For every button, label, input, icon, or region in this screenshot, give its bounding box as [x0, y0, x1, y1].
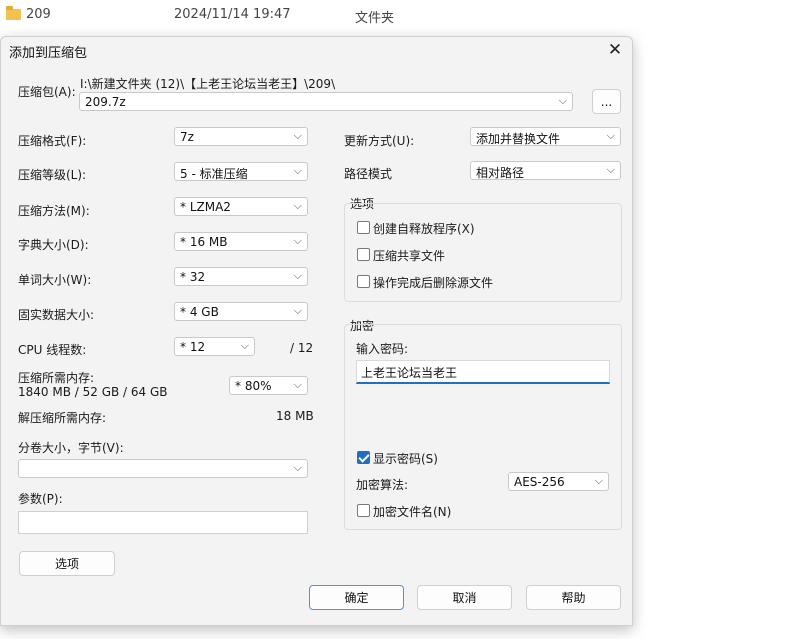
dict-combo[interactable]: * 16 MB ⌵: [174, 232, 308, 251]
encryption-method-combo[interactable]: AES-256 ⌵: [508, 472, 609, 491]
chevron-down-icon: ⌵: [606, 163, 615, 176]
browse-button[interactable]: ...: [592, 89, 621, 114]
chevron-down-icon: ⌵: [293, 164, 302, 177]
threads-combo[interactable]: * 12 ⌵: [174, 337, 255, 356]
encrypt-names-label: 加密文件名(N): [373, 505, 452, 519]
chevron-down-icon: ⌵: [606, 129, 615, 142]
dict-label: 字典大小(D):: [18, 238, 89, 252]
options-group: 创建自释放程序(X) 压缩共享文件 操作完成后删除源文件: [344, 203, 622, 302]
cancel-button[interactable]: 取消: [417, 585, 512, 610]
word-label: 单词大小(W):: [18, 273, 92, 287]
path-mode-value: 相对路径: [476, 166, 525, 180]
dict-value: * 16 MB: [180, 235, 228, 249]
help-button-label: 帮助: [561, 591, 586, 605]
chevron-down-icon: ⌵: [293, 461, 302, 474]
password-value: 上老王论坛当老王: [361, 366, 458, 380]
shared-checkbox[interactable]: [357, 248, 370, 261]
shared-label: 压缩共享文件: [373, 249, 446, 263]
params-input[interactable]: [18, 511, 308, 534]
file-date: 2024/11/14 19:47: [174, 7, 291, 22]
encryption-method-label: 加密算法:: [356, 478, 409, 492]
method-combo[interactable]: * LZMA2 ⌵: [174, 197, 308, 216]
params-label: 参数(P):: [18, 492, 63, 506]
sfx-checkbox[interactable]: [357, 221, 370, 234]
chevron-down-icon: ⌵: [293, 199, 302, 212]
sfx-label: 创建自释放程序(X): [373, 222, 475, 236]
chevron-down-icon: ⌵: [293, 304, 302, 317]
format-label: 压缩格式(F):: [18, 134, 87, 148]
delete-label: 操作完成后删除源文件: [373, 276, 494, 290]
encryption-method-value: AES-256: [514, 475, 565, 489]
close-button[interactable]: ✕: [602, 39, 628, 61]
solid-combo[interactable]: * 4 GB ⌵: [174, 302, 308, 321]
dialog-titlebar: 添加到压缩包 ✕: [1, 37, 632, 63]
split-combo[interactable]: ⌵: [18, 459, 308, 478]
solid-label: 固实数据大小:: [18, 308, 95, 322]
folder-icon: [6, 6, 21, 20]
level-combo[interactable]: 5 - 标准压缩 ⌵: [174, 162, 308, 181]
password-label: 输入密码:: [356, 342, 409, 356]
file-type: 文件夹: [355, 11, 395, 26]
method-value: * LZMA2: [180, 200, 231, 214]
delete-checkbox[interactable]: [357, 275, 370, 288]
ok-button-label: 确定: [344, 591, 369, 605]
chevron-down-icon: ⌵: [240, 339, 249, 352]
format-combo[interactable]: 7z ⌵: [174, 127, 308, 146]
update-label: 更新方式(U):: [344, 134, 415, 148]
help-button[interactable]: 帮助: [526, 585, 621, 610]
path-mode-label: 路径模式: [344, 167, 393, 181]
archive-path: I:\新建文件夹 (12)\【上老王论坛当老王】\209\: [80, 77, 336, 91]
format-value: 7z: [180, 130, 194, 144]
file-name: 209: [26, 7, 51, 22]
update-value: 添加并替换文件: [476, 132, 561, 146]
show-password-label: 显示密码(S): [373, 452, 438, 466]
options-button[interactable]: 选项: [19, 551, 115, 576]
password-input[interactable]: 上老王论坛当老王: [356, 360, 610, 384]
word-combo[interactable]: * 32 ⌵: [174, 267, 308, 286]
archive-name-combo[interactable]: 209.7z ⌵: [79, 92, 573, 111]
level-value: 5 - 标准压缩: [180, 167, 248, 181]
encrypt-names-checkbox[interactable]: [357, 504, 370, 517]
path-mode-combo[interactable]: 相对路径 ⌵: [470, 161, 621, 180]
browse-button-label: ...: [600, 94, 613, 109]
options-button-label: 选项: [54, 557, 79, 571]
archive-label: 压缩包(A):: [18, 85, 76, 99]
chevron-down-icon: ⌵: [293, 234, 302, 247]
level-label: 压缩等级(L):: [18, 168, 87, 182]
ok-button[interactable]: 确定: [309, 585, 404, 610]
threads-value: * 12: [180, 340, 206, 354]
update-combo[interactable]: 添加并替换文件 ⌵: [470, 127, 621, 146]
decompress-memory-value: 18 MB: [276, 409, 314, 423]
word-value: * 32: [180, 270, 206, 284]
split-label: 分卷大小，字节(V):: [18, 441, 124, 455]
threads-max: / 12: [290, 341, 314, 355]
decompress-memory-label: 解压缩所需内存:: [18, 411, 107, 425]
memory-value: * 80%: [235, 379, 272, 393]
memory-label: 压缩所需内存:: [18, 371, 95, 385]
explorer-file-row[interactable]: 209 2024/11/14 19:47 文件夹: [0, 0, 800, 34]
memory-detail: 1840 MB / 52 GB / 64 GB: [18, 385, 168, 399]
method-label: 压缩方法(M):: [18, 204, 90, 218]
encryption-group: 输入密码: 上老王论坛当老王 显示密码(S) 加密算法: AES-256 ⌵ 加…: [344, 324, 622, 530]
chevron-down-icon: ⌵: [558, 94, 567, 107]
solid-value: * 4 GB: [180, 305, 219, 319]
show-password-checkbox[interactable]: [357, 451, 370, 464]
close-icon: ✕: [607, 40, 623, 60]
chevron-down-icon: ⌵: [594, 474, 603, 487]
chevron-down-icon: ⌵: [293, 269, 302, 282]
dialog-title: 添加到压缩包: [9, 46, 88, 61]
cancel-button-label: 取消: [452, 591, 477, 605]
chevron-down-icon: ⌵: [293, 129, 302, 142]
add-to-archive-dialog: 添加到压缩包 ✕ 压缩包(A): I:\新建文件夹 (12)\【上老王论坛当老王…: [0, 36, 633, 626]
threads-label: CPU 线程数:: [18, 343, 87, 357]
chevron-down-icon: ⌵: [293, 378, 302, 391]
memory-combo[interactable]: * 80% ⌵: [229, 376, 308, 395]
archive-name-value: 209.7z: [85, 95, 126, 109]
